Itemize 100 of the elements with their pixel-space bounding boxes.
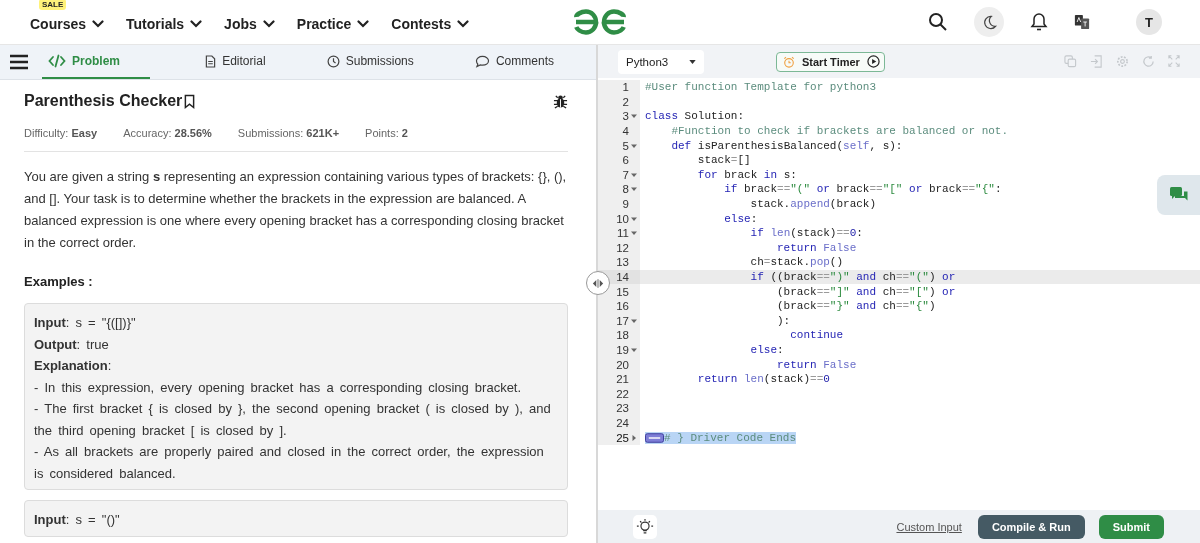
fold-caret-icon[interactable] — [631, 142, 637, 149]
line-number: 7 — [622, 168, 629, 181]
example-text: Output: true — [34, 335, 110, 354]
search-icon[interactable] — [928, 12, 948, 32]
compile-run-button[interactable]: Compile & Run — [977, 514, 1085, 539]
line-number: 16 — [616, 300, 629, 313]
code-line: if ((brack==")" and ch=="(") or — [749, 271, 956, 283]
line-number: 11 — [617, 227, 629, 240]
problem-title: Parenthesis Checker — [24, 92, 183, 110]
menu-icon[interactable] — [10, 54, 28, 70]
problem-tab[interactable]: Problem — [42, 45, 150, 79]
resize-arrows-icon — [592, 278, 604, 288]
code-line: return False — [776, 358, 857, 371]
sale-badge: SALE — [39, 0, 67, 10]
line-number: 3 — [622, 110, 629, 123]
problem-tab[interactable]: Comments — [468, 45, 560, 79]
dark-mode-toggle[interactable] — [974, 7, 1004, 37]
fold-caret-icon[interactable] — [631, 347, 637, 353]
code-line: for brack in s: — [696, 168, 797, 181]
line-number: 17 — [616, 314, 629, 327]
code-line: continue — [789, 329, 844, 342]
chevron-icon — [190, 20, 203, 28]
fold-caret-icon[interactable] — [631, 317, 637, 324]
problem-stat: Submissions: 621K+ — [237, 127, 340, 139]
line-number: 10 — [616, 212, 629, 225]
nav-menu[interactable]: Practice — [296, 12, 370, 32]
alarm-clock-icon — [783, 55, 795, 68]
nav-menu[interactable]: Contests — [391, 12, 470, 32]
code-line: return False — [776, 241, 857, 254]
example-text: Input: s = "()" — [34, 511, 121, 529]
caret-icon — [689, 59, 696, 64]
code-line: class Solution: — [644, 110, 745, 123]
logo-icon — [573, 9, 627, 35]
translate-icon[interactable] — [1074, 14, 1090, 30]
language-dropdown[interactable]: Python3 — [618, 49, 704, 74]
chevron-icon — [357, 20, 370, 28]
nav-menu[interactable]: Jobs — [224, 12, 275, 32]
folded-code-icon[interactable] — [645, 432, 664, 443]
examples-heading: Examples : — [24, 274, 94, 289]
code-line: stack=[] — [696, 154, 751, 167]
bookmark-icon[interactable] — [184, 93, 196, 109]
example-text: - In this expression, every opening bracket has a corresponding closing bracket. — [34, 378, 523, 397]
moon-icon — [981, 14, 997, 30]
chevron-icon — [262, 20, 275, 28]
line-number: 20 — [616, 358, 629, 371]
chat-button[interactable] — [1157, 175, 1200, 215]
problem-tab[interactable]: Submissions — [320, 45, 420, 79]
problem-stat: Difficulty: Easy — [24, 127, 98, 139]
line-number: 4 — [622, 125, 629, 138]
submit-button[interactable]: Submit — [1098, 514, 1164, 539]
code-line: else: — [749, 344, 784, 356]
line-number: 14 — [616, 271, 629, 283]
chevron-icon — [457, 20, 470, 28]
problem-tab[interactable]: Editorial — [199, 45, 272, 79]
code-line: #User function Template for python3 — [644, 81, 877, 94]
line-number: 13 — [616, 256, 629, 269]
fold-caret-icon[interactable] — [631, 113, 637, 120]
example-text: - The first bracket { is closed by }, the second opening bracket ( is closed by ), and the third opening bracket [ is closed by ]. — [34, 400, 552, 440]
line-number: 2 — [622, 95, 629, 108]
bug-icon[interactable] — [553, 93, 568, 109]
code-icon — [48, 54, 66, 68]
line-number: 8 — [622, 183, 629, 196]
bell-icon[interactable] — [1030, 12, 1048, 32]
code-line: (brack=="}" and ch=="{") — [776, 300, 936, 313]
fold-caret-icon[interactable] — [631, 434, 637, 441]
problem-description: You are given a string s representing an expression containing various types of brackets: {}, (), and []. Your task is to determine whether the brackets in the expression are balanced. A balanced expression is one where every opening bracket has a corresponding closing bracket in the correct order. — [24, 168, 568, 252]
fold-caret-icon[interactable] — [631, 215, 637, 222]
document-icon — [205, 54, 217, 68]
code-line: (brack=="]" and ch=="[") or — [776, 285, 956, 298]
code-line: def isParenthesisBalanced(self, s): — [670, 139, 903, 152]
line-number: 23 — [616, 402, 629, 415]
user-avatar[interactable]: T — [1136, 9, 1162, 35]
hint-button[interactable] — [633, 514, 657, 539]
custom-input-link[interactable]: Custom Input — [896, 520, 962, 533]
lightbulb-icon — [636, 517, 654, 536]
line-number: 25 — [616, 431, 629, 444]
panel-resize-handle[interactable] — [586, 271, 610, 295]
code-line: stack.append(brack) — [749, 198, 877, 211]
line-number: 6 — [622, 154, 629, 167]
line-number: 9 — [622, 198, 629, 211]
nav-menu[interactable]: Courses — [30, 12, 105, 32]
clock-icon — [326, 54, 340, 68]
code-line: else: — [723, 212, 758, 225]
fold-caret-icon[interactable] — [631, 171, 637, 178]
problem-stat: Accuracy: 28.56% — [123, 127, 212, 139]
nav-menu[interactable]: Tutorials — [126, 12, 203, 32]
line-number: 12 — [616, 241, 629, 254]
code-line: if len(stack)==0: — [749, 227, 863, 240]
code-line: return len(stack)==0 — [696, 373, 830, 386]
line-number: 1 — [622, 81, 629, 94]
code-line: ch=stack.pop() — [749, 256, 844, 269]
code-line: #Function to check if brackets are balanced or not. — [670, 125, 1009, 138]
code-line: if brack=="(" or brack=="[" or brack=="{": — [723, 183, 1002, 196]
fold-caret-icon[interactable] — [631, 230, 637, 237]
line-number: 19 — [616, 344, 629, 356]
play-icon — [866, 55, 880, 68]
start-timer-button[interactable]: Start Timer — [776, 51, 885, 72]
line-number: 18 — [616, 329, 629, 342]
fold-caret-icon[interactable] — [631, 186, 637, 193]
example-text: Input: s = "{([])}" — [34, 314, 137, 332]
